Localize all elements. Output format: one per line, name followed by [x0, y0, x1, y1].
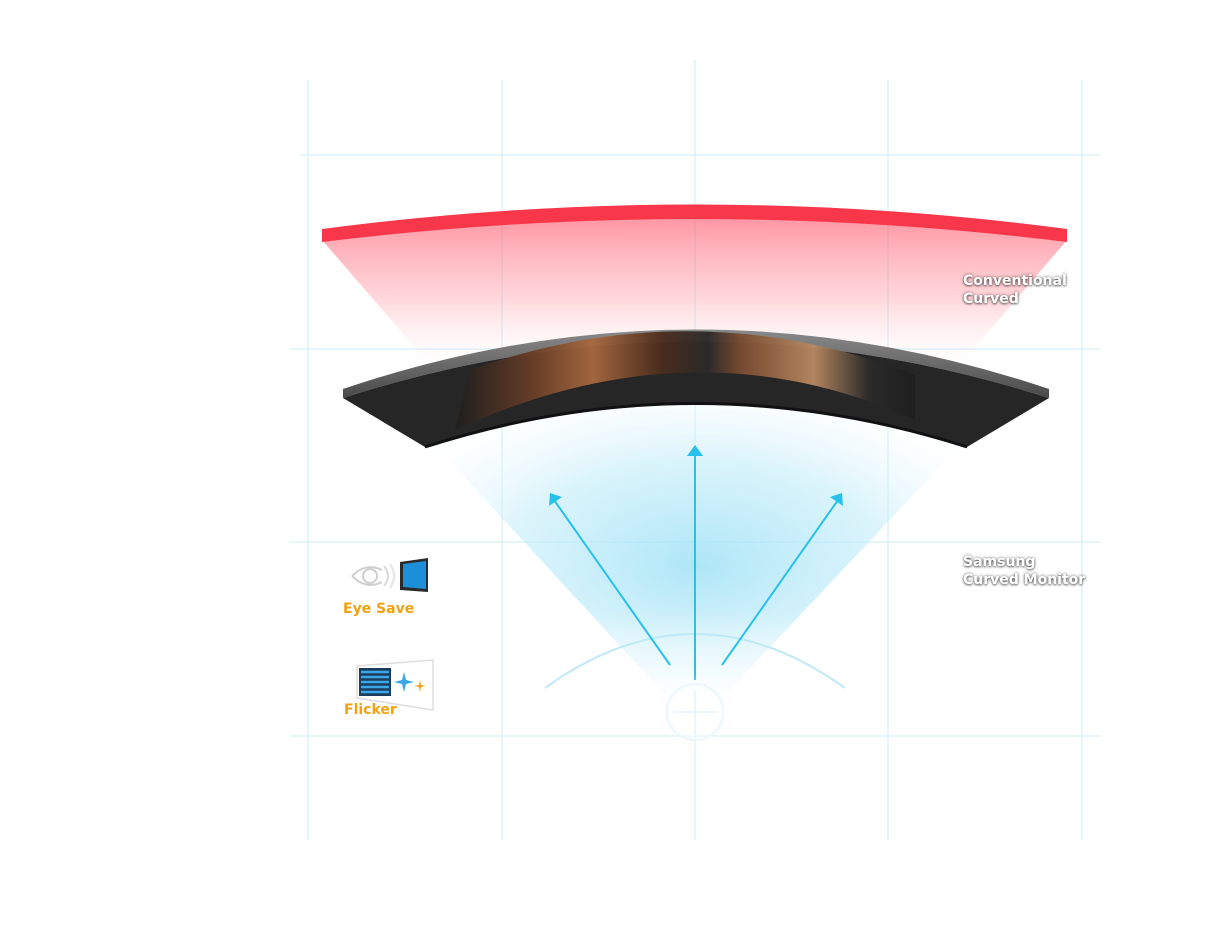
samsung-label-line1: Samsung	[963, 554, 1036, 570]
samsung-label-line2: Curved Monitor	[963, 572, 1086, 588]
flicker-label: Flicker	[344, 702, 397, 718]
curved-monitor-diagram	[290, 60, 1100, 840]
eye-save-label: Eye Save	[343, 601, 415, 617]
viewer-position-icon	[657, 674, 733, 750]
conventional-label-line2: Curved	[963, 291, 1019, 307]
samsung-curved-monitor-label: Samsung Curved Monitor	[963, 553, 1085, 589]
eye-monitor-icon	[348, 556, 432, 596]
conventional-curved-label: Conventional Curved	[963, 272, 1067, 308]
conventional-label-line1: Conventional	[963, 273, 1067, 289]
